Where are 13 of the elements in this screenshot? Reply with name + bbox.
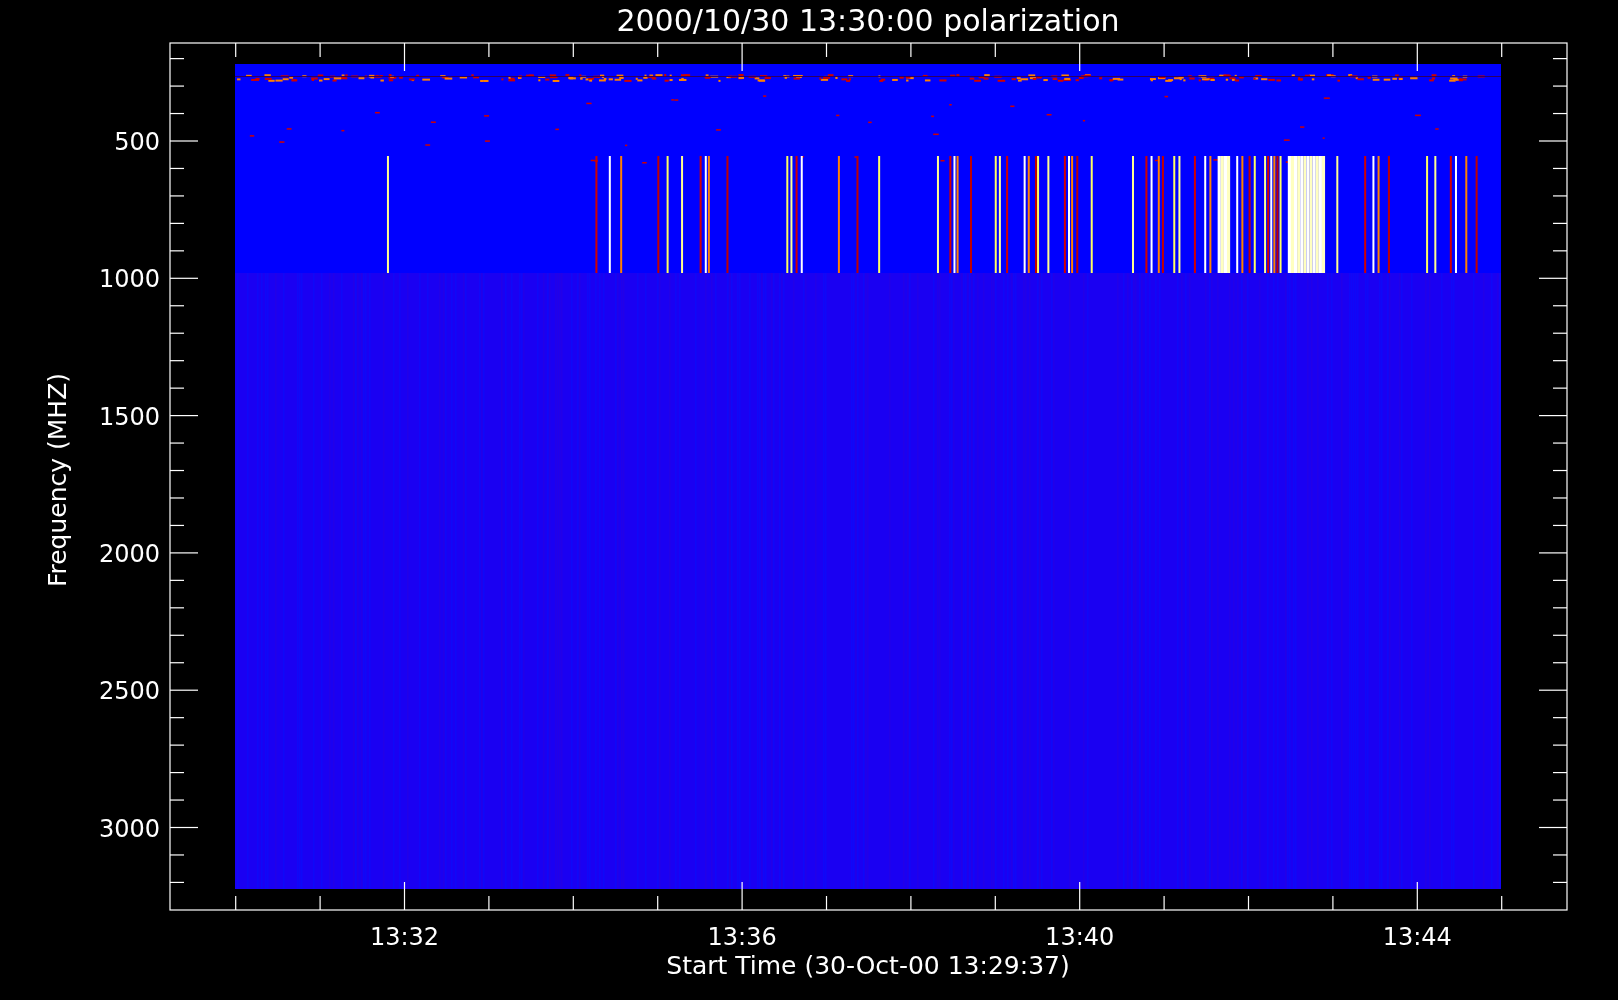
- tick-label: 1000: [98, 265, 160, 294]
- tick-label: 13:32: [369, 923, 440, 951]
- tick-label: 2000: [98, 539, 160, 568]
- x-axis-label: Start Time (30-Oct-00 13:29:37): [666, 951, 1070, 980]
- tick-label: 13:40: [1045, 923, 1115, 951]
- plot-title: 2000/10/30 13:30:00 polarization: [616, 3, 1120, 38]
- tick-label: 13:44: [1382, 923, 1452, 951]
- y-axis-label: Frequency (MHZ): [43, 372, 72, 588]
- tick-label: 2500: [98, 677, 160, 706]
- tick-label: 500: [114, 128, 160, 156]
- tick-label: 3000: [98, 814, 160, 843]
- tick-label: 13:36: [707, 923, 777, 951]
- tick-label: 1500: [98, 402, 160, 431]
